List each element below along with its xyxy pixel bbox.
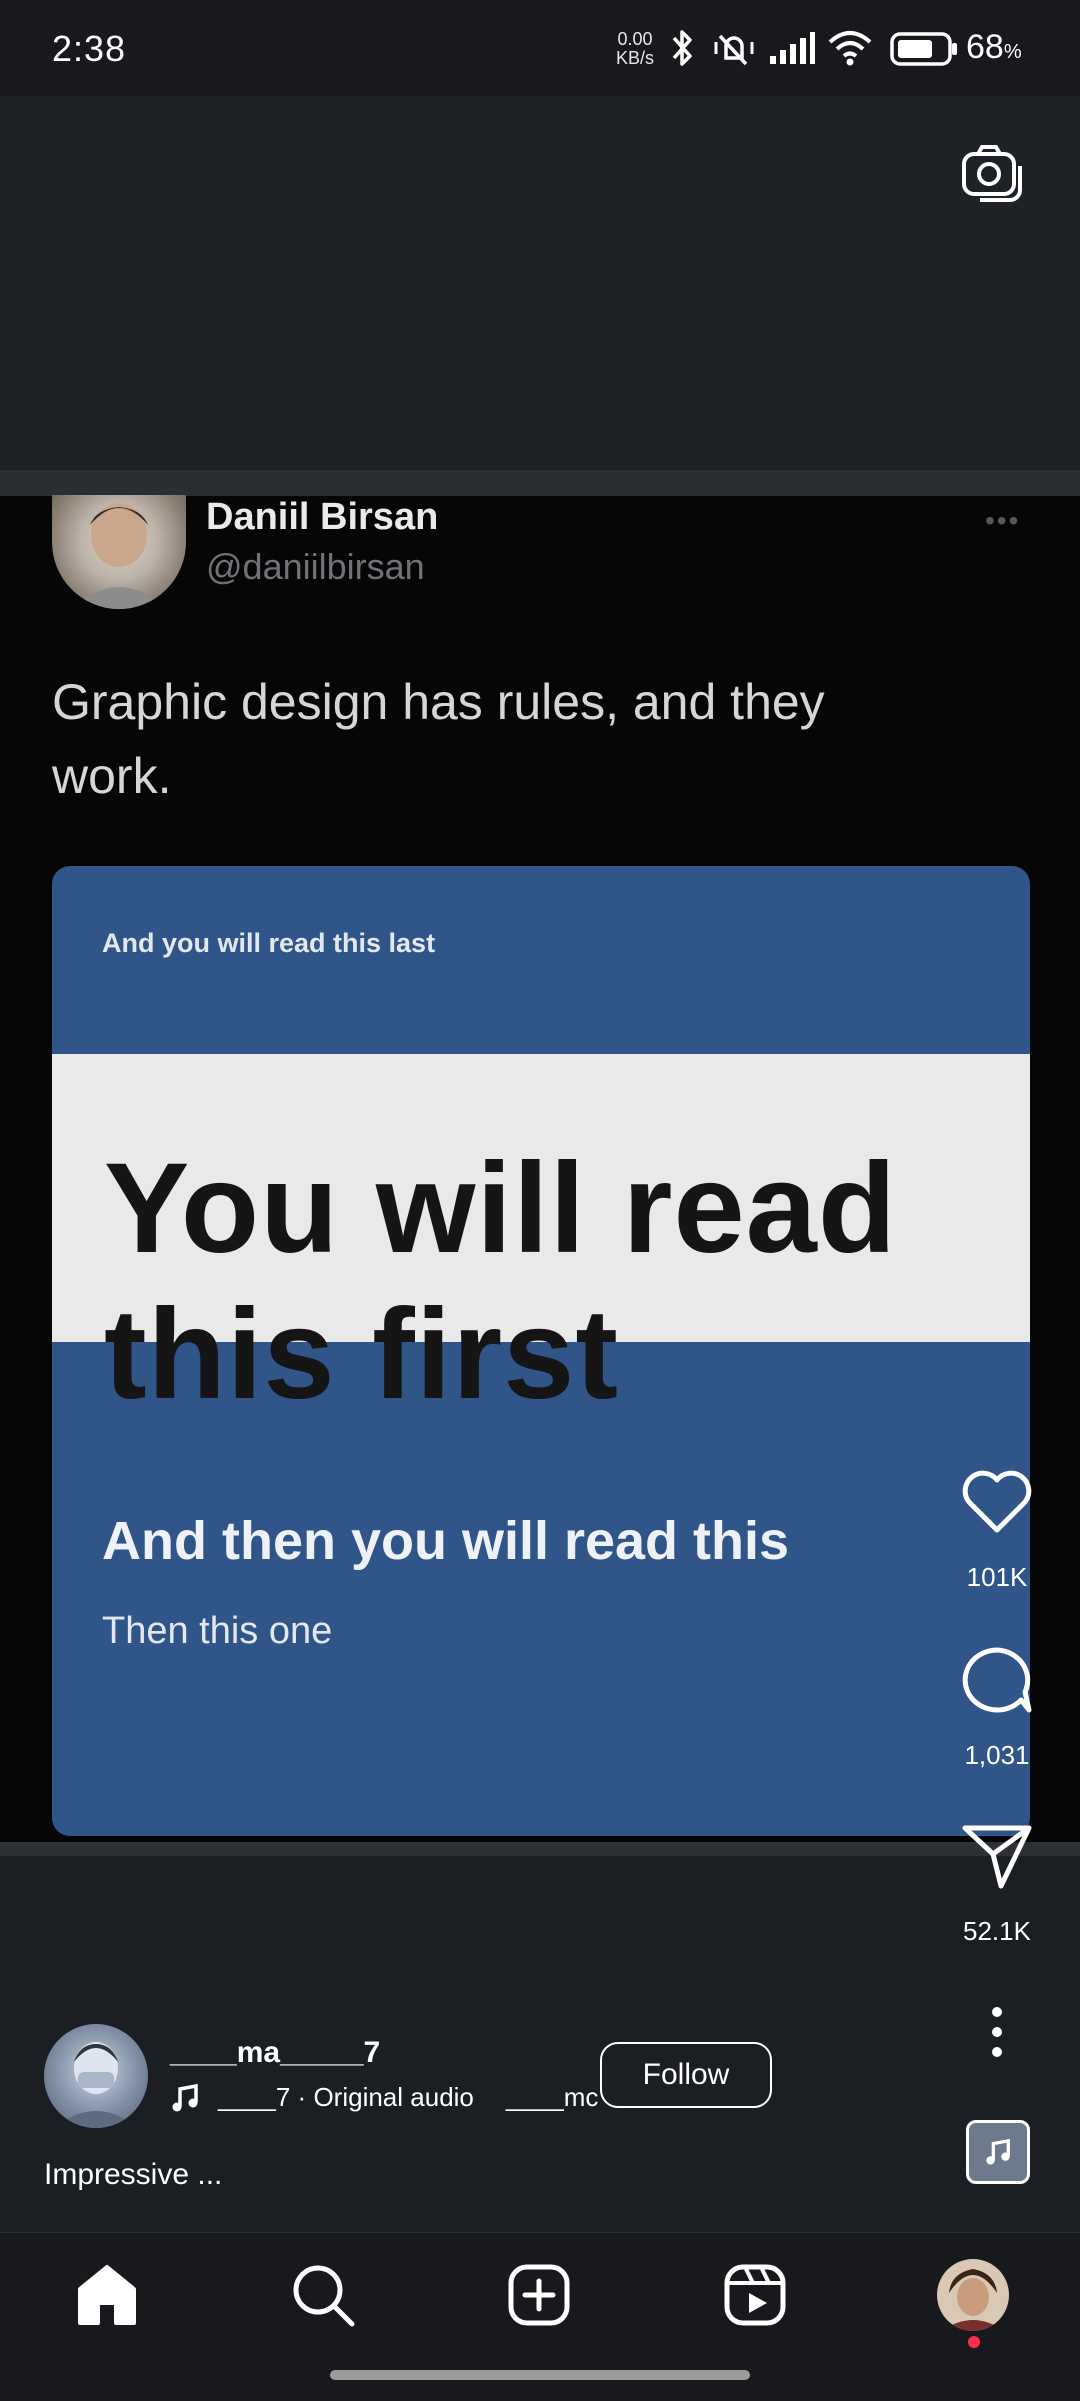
network-speed-unit: KB/s	[616, 48, 655, 68]
more-vertical-icon	[992, 2007, 1002, 2057]
graphic-middle-line: And then you will read this	[102, 1511, 790, 1571]
music-note-icon	[172, 2083, 198, 2111]
audio-row[interactable]: ____7 · Original audio ____mc	[170, 2082, 598, 2113]
network-speed-value: 0.00	[617, 29, 653, 49]
nav-home[interactable]	[62, 2250, 152, 2340]
signal-icon	[770, 32, 815, 64]
nav-create[interactable]	[494, 2250, 584, 2340]
battery-percent-value: 68	[966, 28, 1004, 66]
bluetooth-icon	[672, 30, 692, 66]
comment-button[interactable]	[957, 1640, 1037, 1720]
tweet-text: Graphic design has rules, and they work.	[52, 674, 825, 804]
more-options-button[interactable]	[980, 2002, 1014, 2062]
like-count: 101K	[966, 1562, 1028, 1592]
graphic-bottom-line: Then this one	[102, 1610, 333, 1652]
nav-reels[interactable]	[710, 2250, 800, 2340]
graphic-top-line: And you will read this last	[102, 928, 436, 958]
home-indicator[interactable]	[330, 2370, 750, 2380]
tweet-graphic: And you will read this last You will rea…	[52, 866, 1030, 1836]
audio-label: Original audio	[313, 2082, 474, 2112]
tweet-more-icon: •••	[985, 505, 1021, 536]
audio-separator: ·	[297, 2082, 307, 2112]
profile-avatar	[937, 2259, 1009, 2331]
battery-percent-unit: %	[1003, 41, 1022, 63]
notification-dot	[968, 2336, 980, 2348]
nav-profile[interactable]	[928, 2250, 1018, 2340]
comment-count: 1,031	[964, 1740, 1030, 1770]
music-note-icon	[986, 2138, 1010, 2165]
audio-info: ____7 · Original audio	[218, 2082, 474, 2113]
tweet-author-name: Daniil Birsan	[206, 496, 439, 538]
divider-strip-bottom	[0, 1842, 1080, 1856]
graphic-headline: You will read this first	[104, 1137, 897, 1426]
status-time: 2:38	[52, 28, 127, 69]
audio-scroll-text: ____mc	[505, 2082, 599, 2112]
audio-thumbnail[interactable]	[966, 2120, 1030, 2184]
audio-owner: ____7	[218, 2082, 291, 2112]
reel-top-area	[0, 96, 1080, 470]
divider-strip	[0, 470, 1080, 496]
tweet-author-handle: @daniilbirsan	[206, 546, 425, 587]
heart-icon	[962, 1470, 1032, 1533]
wifi-icon	[828, 31, 872, 66]
reel-author-avatar[interactable]	[44, 2024, 148, 2128]
follow-button[interactable]: Follow	[600, 2042, 772, 2108]
reel-username[interactable]: ____ma_____7	[170, 2036, 380, 2070]
battery-icon	[890, 32, 957, 66]
share-button[interactable]	[957, 1816, 1037, 1896]
add-post-icon	[508, 2264, 570, 2326]
like-button[interactable]	[957, 1462, 1037, 1542]
send-icon	[962, 1825, 1032, 1889]
camera-icon[interactable]	[960, 142, 1024, 204]
reels-icon	[724, 2264, 786, 2326]
comment-bubble-icon	[962, 1647, 1032, 1713]
battery-percent: 68%	[966, 28, 1022, 67]
vibrate-mute-icon	[714, 34, 754, 66]
network-speed: 0.00 KB/s	[616, 30, 654, 68]
search-icon	[293, 2265, 355, 2327]
nav-search[interactable]	[278, 2250, 368, 2340]
reel-caption[interactable]: Impressive ...	[44, 2158, 222, 2192]
home-icon	[78, 2265, 136, 2325]
share-count: 52.1K	[963, 1916, 1031, 1946]
